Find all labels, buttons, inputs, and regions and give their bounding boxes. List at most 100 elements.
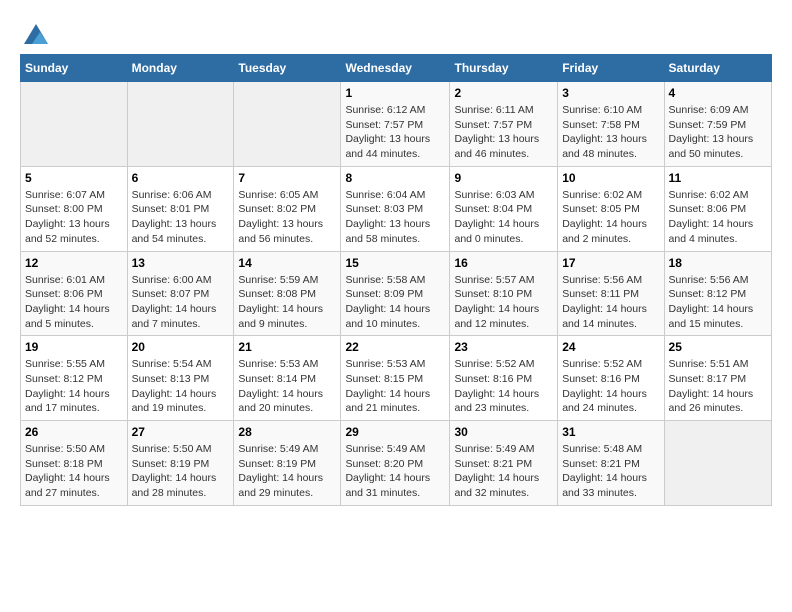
day-info: Sunrise: 5:50 AMSunset: 8:19 PMDaylight:…: [132, 442, 230, 501]
day-number: 25: [669, 340, 767, 354]
calendar-cell: 1 Sunrise: 6:12 AMSunset: 7:57 PMDaylight…: [341, 82, 450, 167]
calendar-cell: 20Sunrise: 5:54 AMSunset: 8:13 PMDayligh…: [127, 336, 234, 421]
day-info: Sunrise: 5:56 AMSunset: 8:12 PMDaylight:…: [669, 273, 767, 332]
calendar-cell: 16 Sunrise: 5:57 AMSunset: 8:10 PMDayligh…: [450, 251, 558, 336]
day-number: 8: [345, 171, 445, 185]
day-info: Sunrise: 5:49 AMSunset: 8:21 PMDaylight:…: [454, 442, 553, 501]
day-info: Sunrise: 5:49 AMSunset: 8:20 PMDaylight:…: [345, 442, 445, 501]
calendar-cell: [127, 82, 234, 167]
calendar-cell: 9 Sunrise: 6:03 AMSunset: 8:04 PMDaylight…: [450, 166, 558, 251]
day-number: 1: [345, 86, 445, 100]
calendar-cell: 8 Sunrise: 6:04 AMSunset: 8:03 PMDaylight…: [341, 166, 450, 251]
day-number: 7: [238, 171, 336, 185]
day-info: Sunrise: 5:57 AMSunset: 8:10 PMDaylight:…: [454, 273, 553, 332]
weekday-header-wednesday: Wednesday: [341, 55, 450, 82]
calendar-cell: 25 Sunrise: 5:51 AMSunset: 8:17 PMDayligh…: [664, 336, 771, 421]
calendar-cell: 2 Sunrise: 6:11 AMSunset: 7:57 PMDaylight…: [450, 82, 558, 167]
calendar-cell: 17 Sunrise: 5:56 AMSunset: 8:11 PMDayligh…: [558, 251, 664, 336]
day-info: Sunrise: 6:02 AMSunset: 8:05 PMDaylight:…: [562, 188, 659, 247]
calendar-cell: 21 Sunrise: 5:53 AMSunset: 8:14 PMDayligh…: [234, 336, 341, 421]
week-row-2: 5 Sunrise: 6:07 AMSunset: 8:00 PMDaylight…: [21, 166, 772, 251]
page-header: [20, 20, 772, 44]
day-number: 18: [669, 256, 767, 270]
calendar-cell: [21, 82, 128, 167]
day-info: Sunrise: 5:53 AMSunset: 8:14 PMDaylight:…: [238, 357, 336, 416]
day-info: Sunrise: 6:12 AMSunset: 7:57 PMDaylight:…: [345, 103, 445, 162]
day-number: 14: [238, 256, 336, 270]
calendar-cell: 4 Sunrise: 6:09 AMSunset: 7:59 PMDaylight…: [664, 82, 771, 167]
calendar-cell: 11 Sunrise: 6:02 AMSunset: 8:06 PMDayligh…: [664, 166, 771, 251]
day-info: Sunrise: 5:56 AMSunset: 8:11 PMDaylight:…: [562, 273, 659, 332]
day-number: 29: [345, 425, 445, 439]
calendar-cell: 6 Sunrise: 6:06 AMSunset: 8:01 PMDaylight…: [127, 166, 234, 251]
calendar-cell: 29 Sunrise: 5:49 AMSunset: 8:20 PMDayligh…: [341, 421, 450, 506]
day-number: 4: [669, 86, 767, 100]
calendar-cell: [234, 82, 341, 167]
day-info: Sunrise: 6:04 AMSunset: 8:03 PMDaylight:…: [345, 188, 445, 247]
calendar-cell: 19Sunrise: 5:55 AMSunset: 8:12 PMDayligh…: [21, 336, 128, 421]
calendar-cell: 13 Sunrise: 6:00 AMSunset: 8:07 PMDayligh…: [127, 251, 234, 336]
day-number: 15: [345, 256, 445, 270]
day-number: 20: [132, 340, 230, 354]
day-info: Sunrise: 5:53 AMSunset: 8:15 PMDaylight:…: [345, 357, 445, 416]
day-info: Sunrise: 5:59 AMSunset: 8:08 PMDaylight:…: [238, 273, 336, 332]
calendar-cell: 26Sunrise: 5:50 AMSunset: 8:18 PMDayligh…: [21, 421, 128, 506]
calendar-cell: 28 Sunrise: 5:49 AMSunset: 8:19 PMDayligh…: [234, 421, 341, 506]
day-info: Sunrise: 6:06 AMSunset: 8:01 PMDaylight:…: [132, 188, 230, 247]
day-number: 11: [669, 171, 767, 185]
day-info: Sunrise: 6:07 AMSunset: 8:00 PMDaylight:…: [25, 188, 123, 247]
day-info: Sunrise: 6:09 AMSunset: 7:59 PMDaylight:…: [669, 103, 767, 162]
day-number: 9: [454, 171, 553, 185]
weekday-header-thursday: Thursday: [450, 55, 558, 82]
calendar-cell: 15 Sunrise: 5:58 AMSunset: 8:09 PMDayligh…: [341, 251, 450, 336]
day-number: 6: [132, 171, 230, 185]
calendar-cell: 18 Sunrise: 5:56 AMSunset: 8:12 PMDayligh…: [664, 251, 771, 336]
day-number: 23: [454, 340, 553, 354]
logo-icon: [22, 20, 50, 48]
day-number: 21: [238, 340, 336, 354]
day-info: Sunrise: 6:02 AMSunset: 8:06 PMDaylight:…: [669, 188, 767, 247]
week-row-1: 1 Sunrise: 6:12 AMSunset: 7:57 PMDaylight…: [21, 82, 772, 167]
day-info: Sunrise: 5:58 AMSunset: 8:09 PMDaylight:…: [345, 273, 445, 332]
calendar-cell: 23Sunrise: 5:52 AMSunset: 8:16 PMDayligh…: [450, 336, 558, 421]
day-number: 19: [25, 340, 123, 354]
calendar-cell: 30 Sunrise: 5:49 AMSunset: 8:21 PMDayligh…: [450, 421, 558, 506]
day-info: Sunrise: 5:49 AMSunset: 8:19 PMDaylight:…: [238, 442, 336, 501]
day-info: Sunrise: 6:01 AMSunset: 8:06 PMDaylight:…: [25, 273, 123, 332]
calendar-cell: 3Sunrise: 6:10 AMSunset: 7:58 PMDaylight…: [558, 82, 664, 167]
calendar-cell: 31 Sunrise: 5:48 AMSunset: 8:21 PMDayligh…: [558, 421, 664, 506]
day-number: 13: [132, 256, 230, 270]
calendar-table: SundayMondayTuesdayWednesdayThursdayFrid…: [20, 54, 772, 506]
calendar-cell: 12 Sunrise: 6:01 AMSunset: 8:06 PMDayligh…: [21, 251, 128, 336]
day-number: 28: [238, 425, 336, 439]
weekday-header-monday: Monday: [127, 55, 234, 82]
weekday-header-sunday: Sunday: [21, 55, 128, 82]
day-number: 5: [25, 171, 123, 185]
week-row-4: 19Sunrise: 5:55 AMSunset: 8:12 PMDayligh…: [21, 336, 772, 421]
day-number: 16: [454, 256, 553, 270]
calendar-cell: 27Sunrise: 5:50 AMSunset: 8:19 PMDayligh…: [127, 421, 234, 506]
day-info: Sunrise: 5:51 AMSunset: 8:17 PMDaylight:…: [669, 357, 767, 416]
day-info: Sunrise: 6:00 AMSunset: 8:07 PMDaylight:…: [132, 273, 230, 332]
week-row-3: 12 Sunrise: 6:01 AMSunset: 8:06 PMDayligh…: [21, 251, 772, 336]
calendar-cell: 7 Sunrise: 6:05 AMSunset: 8:02 PMDaylight…: [234, 166, 341, 251]
calendar-cell: 10Sunrise: 6:02 AMSunset: 8:05 PMDayligh…: [558, 166, 664, 251]
calendar-cell: [664, 421, 771, 506]
day-info: Sunrise: 5:48 AMSunset: 8:21 PMDaylight:…: [562, 442, 659, 501]
day-number: 30: [454, 425, 553, 439]
day-info: Sunrise: 5:52 AMSunset: 8:16 PMDaylight:…: [562, 357, 659, 416]
day-number: 2: [454, 86, 553, 100]
day-info: Sunrise: 6:05 AMSunset: 8:02 PMDaylight:…: [238, 188, 336, 247]
day-number: 31: [562, 425, 659, 439]
calendar-cell: 24Sunrise: 5:52 AMSunset: 8:16 PMDayligh…: [558, 336, 664, 421]
day-number: 3: [562, 86, 659, 100]
day-info: Sunrise: 5:50 AMSunset: 8:18 PMDaylight:…: [25, 442, 123, 501]
day-info: Sunrise: 6:03 AMSunset: 8:04 PMDaylight:…: [454, 188, 553, 247]
calendar-cell: 14 Sunrise: 5:59 AMSunset: 8:08 PMDayligh…: [234, 251, 341, 336]
day-number: 17: [562, 256, 659, 270]
logo: [20, 20, 50, 44]
week-row-5: 26Sunrise: 5:50 AMSunset: 8:18 PMDayligh…: [21, 421, 772, 506]
weekday-header-row: SundayMondayTuesdayWednesdayThursdayFrid…: [21, 55, 772, 82]
day-number: 12: [25, 256, 123, 270]
day-info: Sunrise: 6:11 AMSunset: 7:57 PMDaylight:…: [454, 103, 553, 162]
